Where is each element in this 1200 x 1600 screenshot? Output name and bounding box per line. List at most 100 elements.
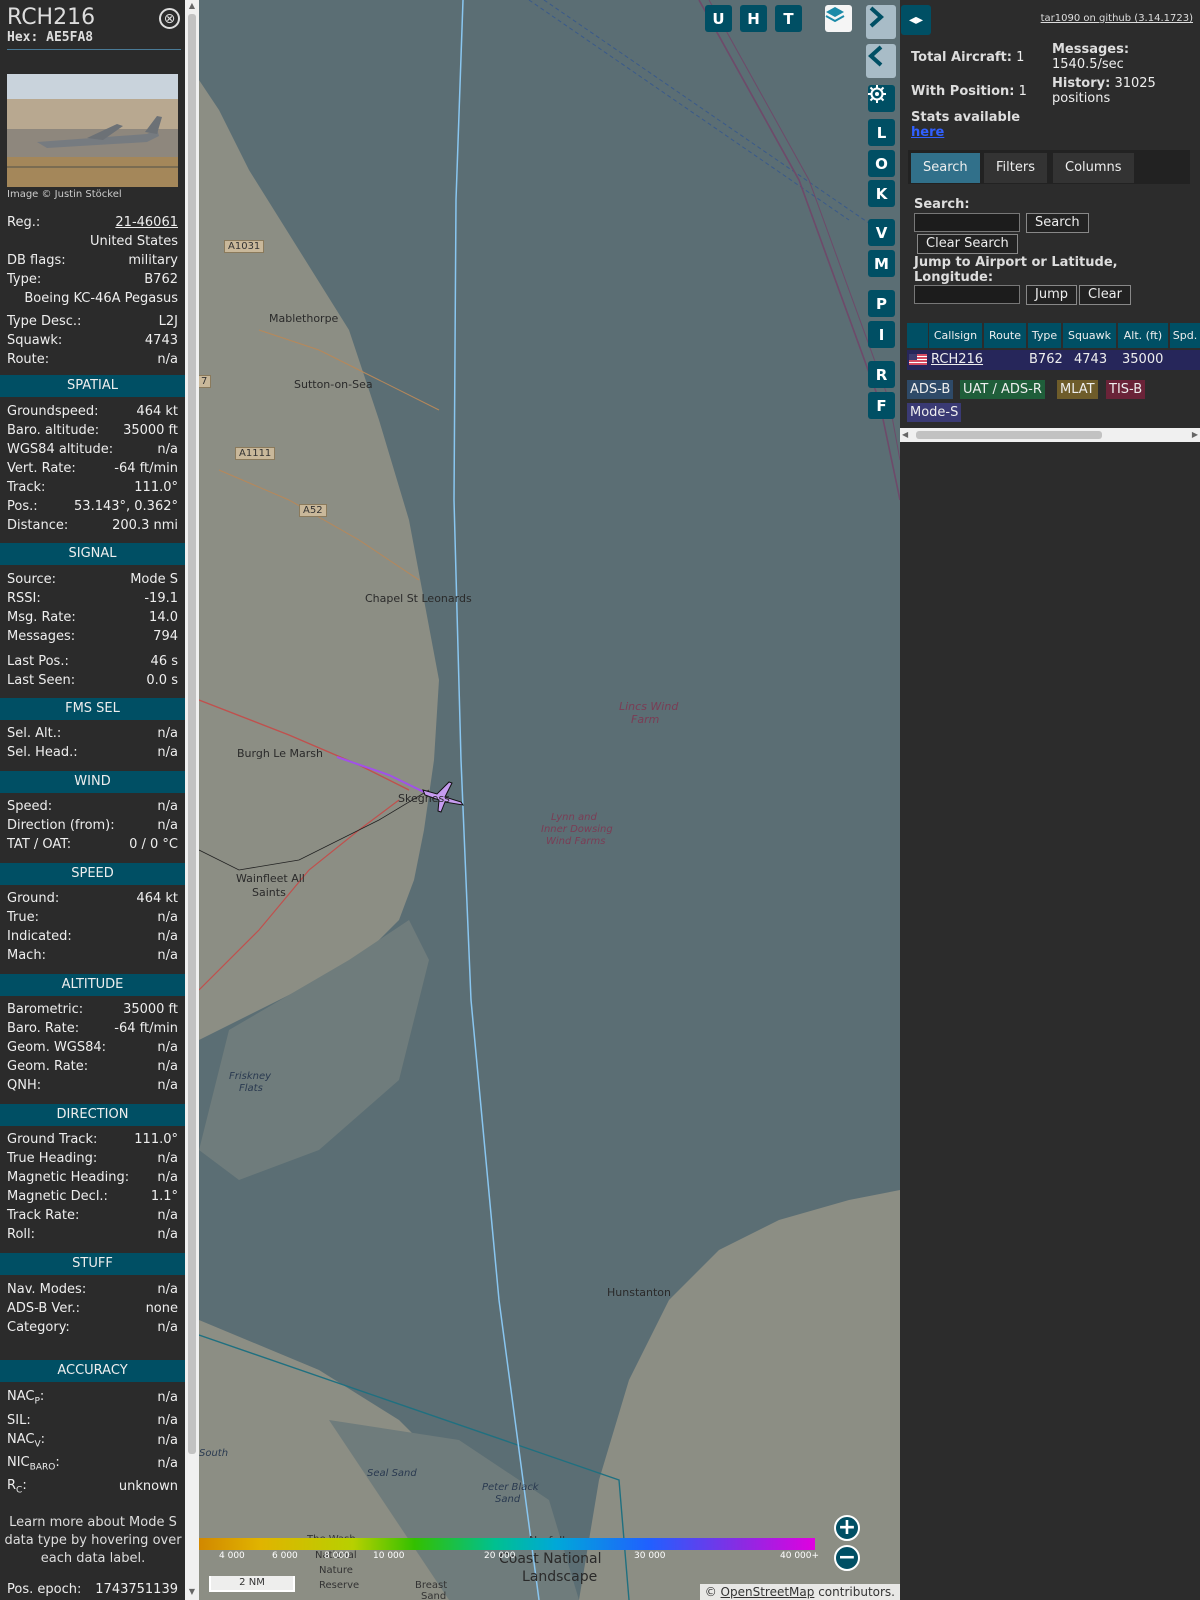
button-h[interactable]: H: [740, 5, 767, 32]
speed-row-label: True:: [7, 910, 39, 925]
scroll-up-arrow-icon[interactable]: ▲: [185, 1, 199, 13]
tab-columns[interactable]: Columns: [1053, 153, 1134, 183]
place-peter-1: Peter Black: [482, 1482, 539, 1493]
speed-row-label: Indicated:: [7, 929, 72, 944]
signal-row-label: RSSI:: [7, 591, 41, 606]
place-sand: Sand: [421, 1591, 447, 1600]
table-header-alt[interactable]: Alt. (ft): [1118, 323, 1168, 348]
info-panel-scrollbar[interactable]: ▲ ▼: [185, 0, 199, 1600]
zoom-out-button[interactable]: −: [834, 1545, 860, 1571]
title-divider: [7, 49, 181, 50]
button-r[interactable]: R: [868, 361, 895, 388]
chevron-left-icon[interactable]: [866, 44, 896, 78]
chevron-right-icon[interactable]: [866, 5, 896, 39]
table-header-type[interactable]: Type: [1028, 323, 1061, 348]
altitude-row-value: 35000 ft: [123, 1002, 178, 1017]
aircraft-photo[interactable]: [7, 74, 178, 187]
stuff-row-value: none: [145, 1301, 178, 1316]
search-button[interactable]: Search: [1026, 213, 1089, 233]
search-input[interactable]: [914, 213, 1020, 232]
button-k[interactable]: K: [868, 180, 895, 207]
button-u[interactable]: U: [705, 5, 732, 32]
scroll-left-arrow-icon[interactable]: ◀: [902, 430, 908, 439]
button-v[interactable]: V: [868, 219, 895, 246]
table-header-route[interactable]: Route: [984, 323, 1026, 348]
direction-row-label: Magnetic Decl.:: [7, 1189, 108, 1204]
speed-row-label: Mach:: [7, 948, 46, 963]
signal-row-label: Last Seen:: [7, 673, 76, 688]
table-header-speed[interactable]: Spd.: [1170, 323, 1200, 348]
section-wind: WIND: [0, 771, 185, 793]
place-lynn-3: Wind Farms: [546, 836, 606, 847]
rc-row: RC: unknown: [7, 1477, 178, 1496]
table-cell-callsign[interactable]: RCH216: [931, 350, 983, 370]
aircraft-list-panel: ◂▸ tar1090 on github (3.14.1723) Total A…: [900, 0, 1200, 1600]
place-chapel: Chapel St Leonards: [365, 592, 472, 605]
table-cell-alt: 35000: [1122, 352, 1164, 367]
osm-link[interactable]: OpenStreetMap: [721, 1585, 815, 1599]
scroll-thumb[interactable]: [188, 14, 196, 1454]
signal-row-value: Mode S: [130, 572, 178, 587]
clear-button[interactable]: Clear: [1079, 285, 1131, 305]
direction-row: Track Rate: n/a: [7, 1206, 178, 1225]
table-header-flag[interactable]: [907, 323, 928, 348]
section-stuff: STUFF: [0, 1253, 185, 1275]
speed-row-value: n/a: [157, 948, 178, 963]
tab-search[interactable]: Search: [911, 153, 980, 183]
speed-row-value: 464 kt: [136, 891, 178, 906]
tab-filters[interactable]: Filters: [984, 153, 1047, 183]
jump-button[interactable]: Jump: [1026, 285, 1077, 305]
altitude-row-label: Geom. WGS84:: [7, 1040, 107, 1055]
scroll-right-arrow-icon[interactable]: ▶: [1192, 430, 1198, 439]
table-cell-squawk: 4743: [1074, 352, 1108, 367]
typedesc-row: Type Desc.: L2J: [7, 314, 178, 329]
table-header-callsign[interactable]: Callsign: [929, 323, 982, 348]
altitude-row-value: n/a: [157, 1059, 178, 1074]
button-l[interactable]: L: [868, 119, 895, 146]
map-view[interactable]: Mablethorpe Sutton-on-Sea Chapel St Leon…: [199, 0, 900, 1600]
clear-search-button[interactable]: Clear Search: [917, 234, 1018, 254]
place-skegness: Skegness: [398, 792, 450, 805]
close-icon[interactable]: ⊗: [159, 8, 180, 29]
place-sutton: Sutton-on-Sea: [294, 378, 373, 391]
signal-row-value: 794: [153, 629, 178, 644]
scroll-down-arrow-icon[interactable]: ▼: [185, 1587, 199, 1599]
stuff-row-value: n/a: [157, 1282, 178, 1297]
jump-input[interactable]: [914, 285, 1020, 304]
button-m[interactable]: M: [868, 250, 895, 277]
place-peter-2: Sand: [495, 1494, 521, 1505]
wind-row: Speed: n/a: [7, 797, 178, 816]
spatial-row: Baro. altitude: 35000 ft: [7, 421, 178, 440]
button-o[interactable]: O: [868, 150, 895, 177]
scroll-thumb[interactable]: [916, 431, 1102, 439]
github-link[interactable]: tar1090 on github (3.14.1723): [1041, 13, 1193, 24]
button-i[interactable]: I: [868, 321, 895, 348]
spatial-row-label: WGS84 altitude:: [7, 442, 114, 457]
table-horizontal-scrollbar[interactable]: ◀ ▶: [900, 428, 1200, 442]
button-p[interactable]: P: [868, 290, 895, 317]
place-friskney-1: Friskney: [229, 1071, 272, 1082]
fms-row-label: Sel. Head.:: [7, 745, 78, 760]
place-seal-sand: Seal Sand: [367, 1468, 417, 1479]
reg-link[interactable]: 21-46061: [115, 215, 178, 230]
table-header-squawk[interactable]: Squawk: [1063, 323, 1116, 348]
layers-icon[interactable]: [825, 5, 852, 32]
section-signal: SIGNAL: [0, 543, 185, 565]
signal-row-label: Messages:: [7, 629, 76, 644]
altitude-row-label: Geom. Rate:: [7, 1059, 89, 1074]
direction-row: Ground Track: 111.0°: [7, 1130, 178, 1149]
altitude-row: QNH: n/a: [7, 1076, 178, 1095]
place-lynn-2: Inner Dowsing: [541, 824, 613, 835]
wind-row-label: Speed:: [7, 799, 53, 814]
gear-icon[interactable]: [868, 85, 895, 112]
zoom-in-button[interactable]: +: [834, 1515, 860, 1541]
expand-collapse-icon[interactable]: ◂▸: [901, 5, 931, 35]
button-f[interactable]: F: [868, 392, 895, 419]
altitude-row: Geom. WGS84: n/a: [7, 1038, 178, 1057]
colorbar-tick: 30 000: [634, 1551, 666, 1561]
place-nature-3: Nature: [319, 1565, 353, 1576]
button-t[interactable]: T: [775, 5, 802, 32]
speed-row: Indicated: n/a: [7, 927, 178, 946]
direction-row-value: n/a: [157, 1208, 178, 1223]
stats-link[interactable]: here: [911, 125, 944, 140]
